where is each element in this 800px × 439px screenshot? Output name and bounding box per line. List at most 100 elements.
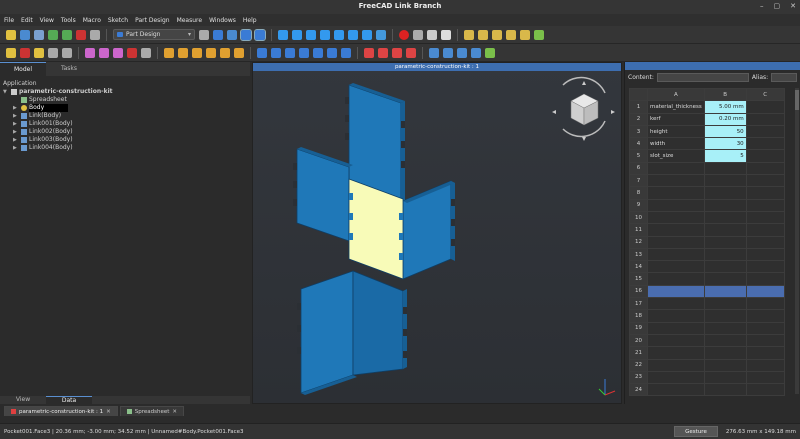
- expand-arrow-icon[interactable]: ▶: [13, 104, 21, 112]
- fit-selection-icon[interactable]: [213, 29, 223, 40]
- subtractive-loft-icon[interactable]: [299, 47, 309, 58]
- expand-arrow-icon[interactable]: ▶: [13, 136, 21, 144]
- cell[interactable]: 5: [703, 149, 747, 163]
- menu-measure[interactable]: Measure: [177, 17, 203, 24]
- loft-icon[interactable]: [192, 47, 202, 58]
- cell[interactable]: [703, 272, 747, 286]
- cell[interactable]: [745, 198, 785, 212]
- multi-transform-icon[interactable]: [406, 47, 416, 58]
- view-bottom-icon[interactable]: [348, 29, 358, 40]
- spreadsheet-grid[interactable]: A B C 1 material_thickness 5.00 mm 2 kerf 0.…: [629, 87, 785, 397]
- cell[interactable]: slot_size: [647, 149, 705, 163]
- cell[interactable]: [647, 333, 705, 348]
- row-number[interactable]: 12: [629, 235, 648, 249]
- linear-pattern-icon[interactable]: [378, 47, 388, 58]
- close-tab-icon[interactable]: ✕: [172, 409, 177, 415]
- row-number[interactable]: 19: [629, 321, 648, 335]
- row-number[interactable]: 15: [629, 272, 648, 286]
- row-number[interactable]: 23: [629, 370, 648, 385]
- cell[interactable]: height: [647, 124, 705, 139]
- view-rear-icon[interactable]: [334, 29, 344, 40]
- cell[interactable]: [703, 284, 747, 299]
- alias-input[interactable]: [771, 72, 798, 82]
- pd-body-icon[interactable]: [6, 47, 16, 58]
- cell[interactable]: [647, 198, 705, 212]
- row-number[interactable]: 8: [629, 186, 648, 200]
- cell[interactable]: [745, 383, 785, 397]
- cell[interactable]: [703, 235, 747, 249]
- doc-tab-spreadsheet[interactable]: Spreadsheet ✕: [119, 406, 184, 416]
- sync-view-icon[interactable]: [240, 28, 252, 41]
- polar-pattern-icon[interactable]: [392, 47, 402, 58]
- fit-all-icon[interactable]: [199, 29, 209, 40]
- column-header-b[interactable]: B: [703, 87, 747, 102]
- column-header-a[interactable]: A: [647, 87, 705, 102]
- row-number[interactable]: 7: [629, 174, 648, 188]
- cell[interactable]: [745, 100, 785, 114]
- pocket-icon[interactable]: [257, 47, 267, 58]
- row-number[interactable]: 11: [629, 223, 648, 237]
- record-macro-icon[interactable]: [399, 29, 409, 40]
- cell[interactable]: [647, 284, 705, 299]
- menu-file[interactable]: File: [4, 17, 14, 24]
- cell[interactable]: [745, 309, 785, 323]
- menu-macro[interactable]: Macro: [83, 17, 101, 24]
- hole-icon[interactable]: [271, 47, 281, 58]
- cell[interactable]: material_thickness: [647, 100, 705, 114]
- recompute-icon[interactable]: [76, 29, 86, 40]
- row-number[interactable]: 9: [629, 198, 648, 212]
- cell[interactable]: [703, 186, 747, 200]
- tree-item-link002[interactable]: ▶ Link002(Body): [3, 128, 247, 136]
- macro-editor-icon[interactable]: [427, 29, 437, 40]
- cell[interactable]: [703, 174, 747, 188]
- construction-kit-model[interactable]: [293, 83, 455, 395]
- cell[interactable]: [703, 247, 747, 262]
- cell[interactable]: [647, 383, 705, 397]
- execute-macro-icon[interactable]: [441, 29, 451, 40]
- pipe-icon[interactable]: [206, 47, 216, 58]
- 3d-model-render[interactable]: [253, 63, 623, 405]
- cell[interactable]: [745, 297, 785, 311]
- fillet-icon[interactable]: [429, 47, 439, 58]
- validate-sketch-icon[interactable]: [492, 29, 502, 40]
- menu-help[interactable]: Help: [243, 17, 257, 24]
- workbench-selector[interactable]: Part Design: [113, 29, 195, 40]
- save-icon[interactable]: [34, 29, 44, 40]
- cell[interactable]: [703, 333, 747, 348]
- row-number[interactable]: 2: [629, 112, 648, 126]
- corner-cell[interactable]: [629, 87, 648, 102]
- cell[interactable]: [647, 370, 705, 385]
- tree-item-link001[interactable]: ▶ Link001(Body): [3, 120, 247, 128]
- cell[interactable]: [703, 358, 747, 372]
- cell[interactable]: kerf: [647, 112, 705, 126]
- menu-edit[interactable]: Edit: [21, 17, 33, 24]
- cell[interactable]: [703, 223, 747, 237]
- open-file-icon[interactable]: [20, 29, 30, 40]
- cell[interactable]: [745, 321, 785, 335]
- expand-arrow-icon[interactable]: ▶: [13, 144, 21, 152]
- thickness-icon[interactable]: [471, 47, 481, 58]
- row-number[interactable]: 17: [629, 297, 648, 311]
- subtractive-helix-icon[interactable]: [327, 47, 337, 58]
- spreadsheet-scrollbar[interactable]: [795, 88, 799, 394]
- row-number[interactable]: 10: [629, 210, 648, 225]
- cell[interactable]: [745, 333, 785, 348]
- minimize-icon[interactable]: –: [760, 2, 764, 10]
- mirrored-icon[interactable]: [364, 47, 374, 58]
- cell[interactable]: [703, 198, 747, 212]
- cell[interactable]: [703, 161, 747, 176]
- view-isometric-icon[interactable]: [278, 29, 288, 40]
- cell[interactable]: [647, 174, 705, 188]
- expand-arrow-icon[interactable]: ▶: [13, 128, 21, 136]
- view-left-icon[interactable]: [362, 29, 372, 40]
- tab-view[interactable]: View: [0, 396, 46, 404]
- row-number[interactable]: 18: [629, 309, 648, 323]
- draw-style-icon[interactable]: [227, 29, 237, 40]
- cell[interactable]: [647, 186, 705, 200]
- cell[interactable]: [745, 186, 785, 200]
- new-file-icon[interactable]: [6, 29, 16, 40]
- tree-item-link[interactable]: ▶ Link(Body): [3, 112, 247, 120]
- cell[interactable]: [745, 260, 785, 274]
- cell[interactable]: [745, 247, 785, 262]
- expand-arrow-icon[interactable]: ▶: [13, 112, 21, 120]
